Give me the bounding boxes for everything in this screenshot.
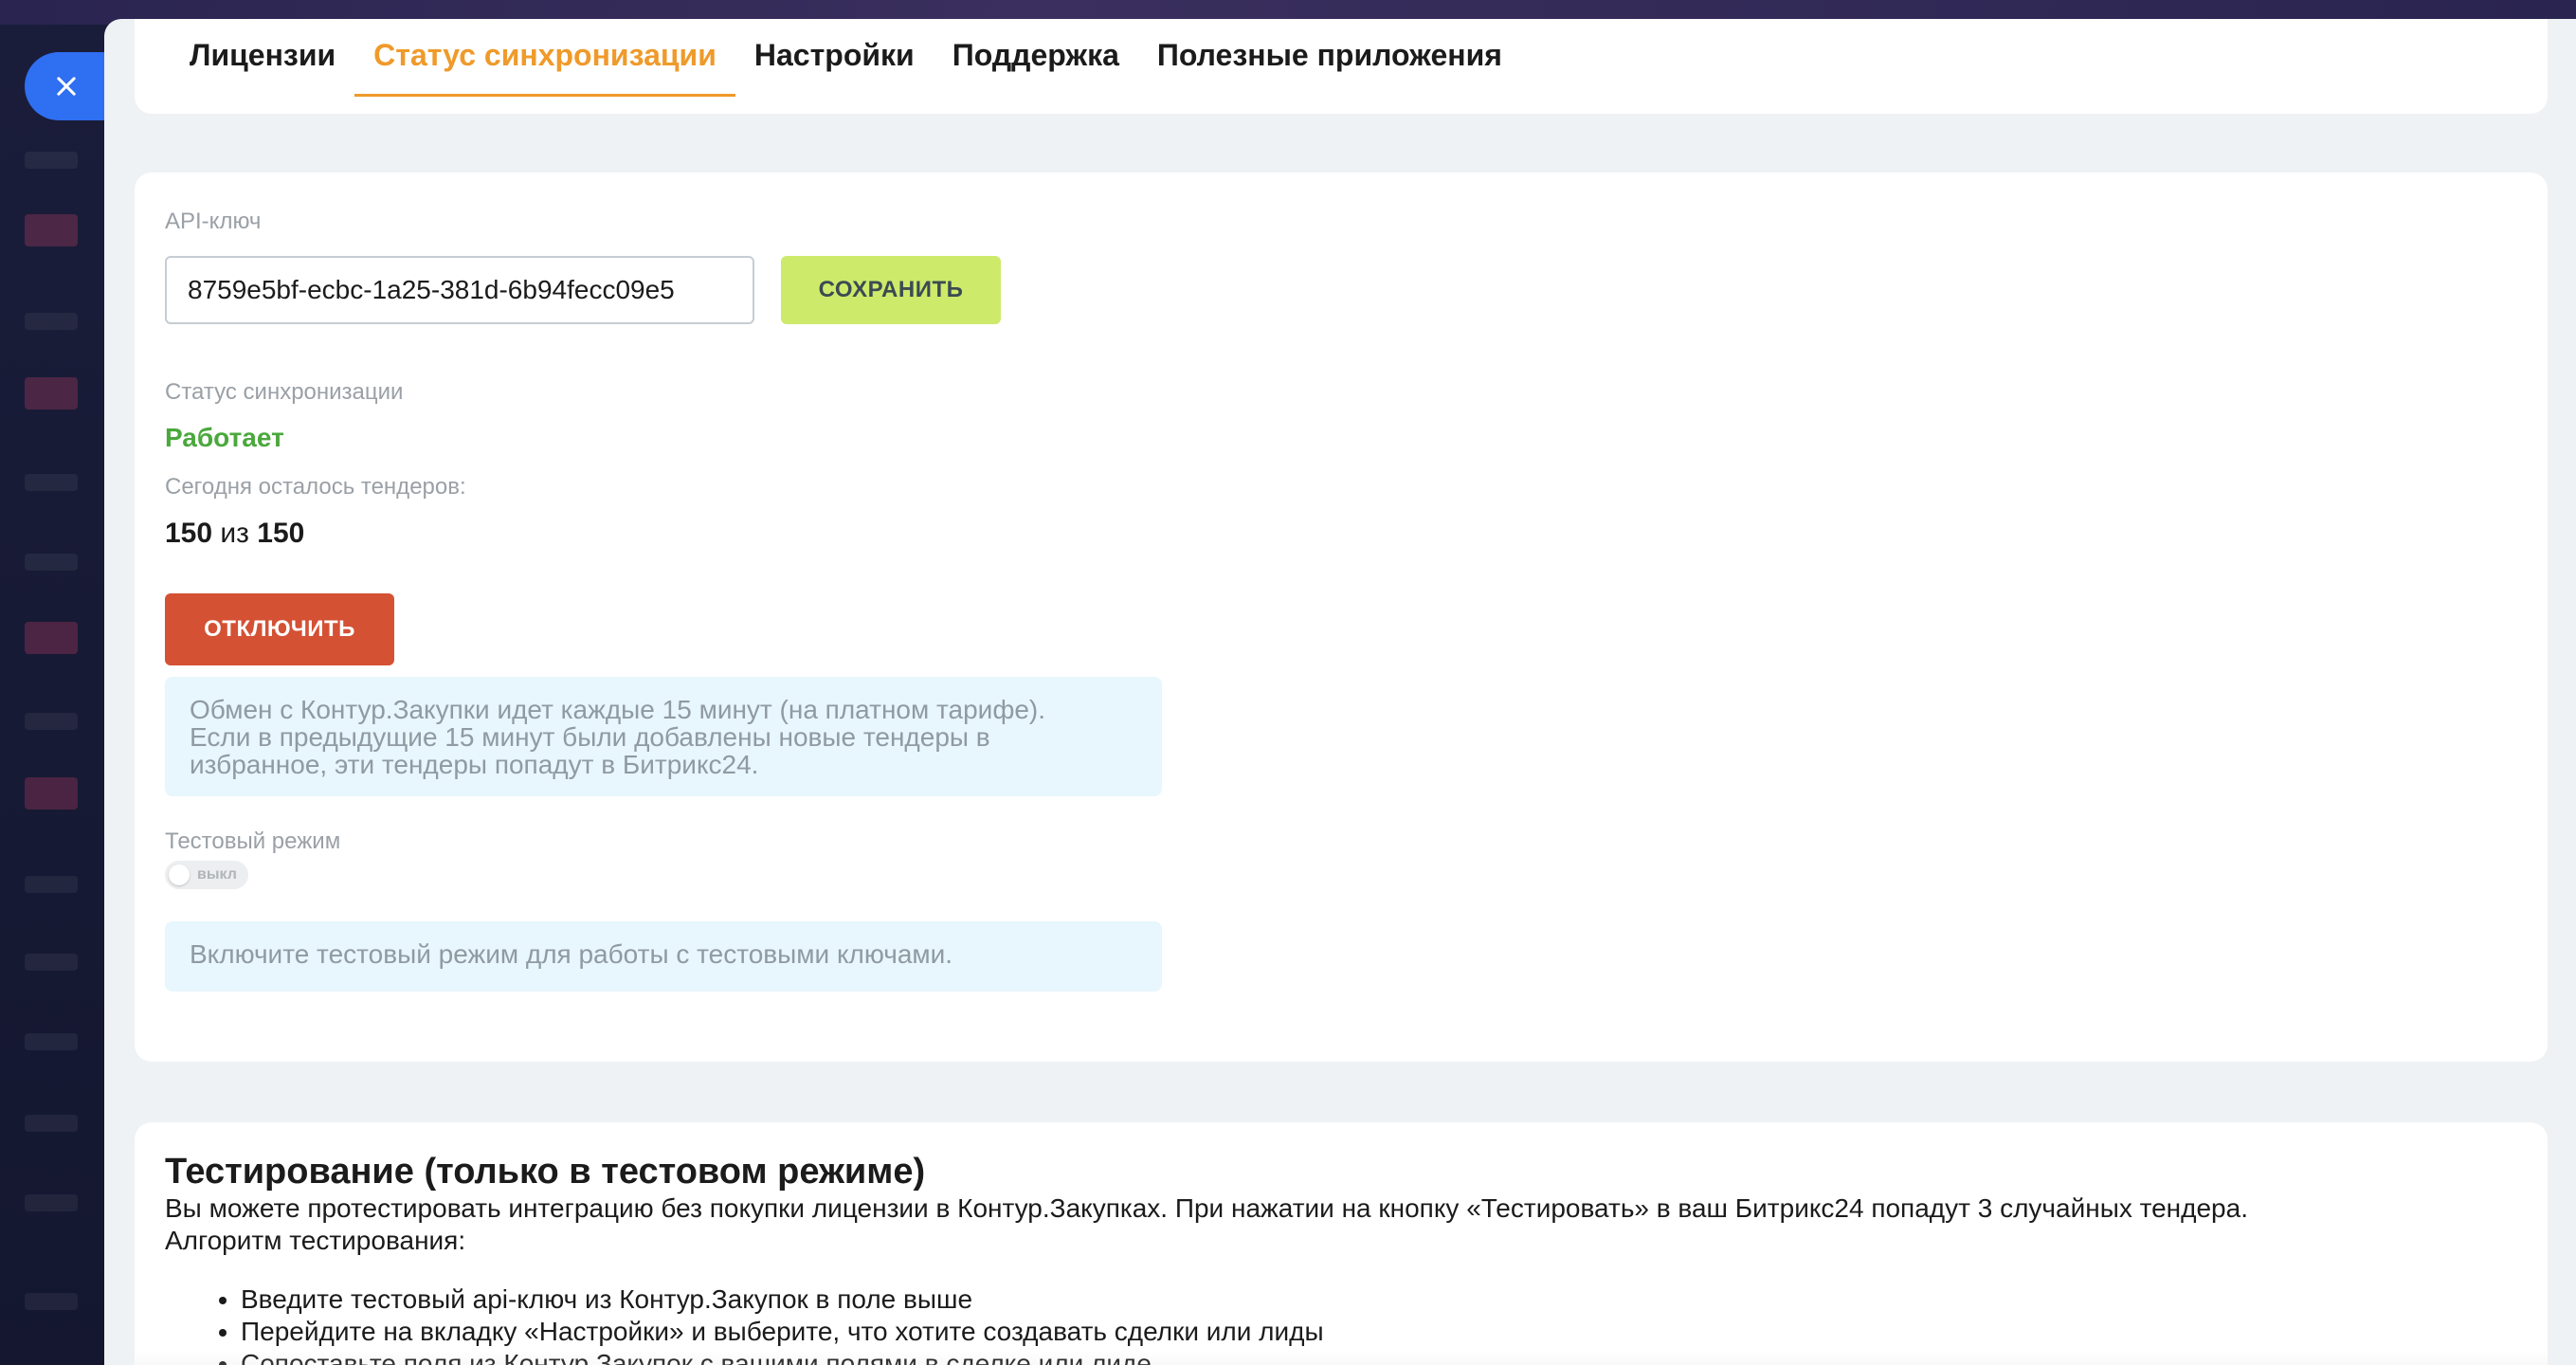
sync-status-value: Работает <box>165 423 284 452</box>
testing-title: Тестирование (только в тестовом режиме) <box>165 1152 926 1192</box>
background-sidebar-item <box>25 876 78 893</box>
background-sidebar-item <box>25 554 78 571</box>
api-key-label: API-ключ <box>165 209 262 234</box>
exchange-info-line: Обмен с Контур.Закупки идет каждые 15 ми… <box>190 695 1046 724</box>
background-sidebar-item <box>25 152 78 169</box>
background-sidebar-item <box>25 777 78 810</box>
list-item: Введите тестовый api-ключ из Контур.Заку… <box>241 1283 2517 1316</box>
api-key-input[interactable] <box>165 256 754 324</box>
tenders-remaining: 150 <box>165 518 213 549</box>
slider-panel: Лицензии Статус синхронизации Настройки … <box>104 19 2576 1365</box>
tab-useful-apps[interactable]: Полезные приложения <box>1138 19 1521 97</box>
tenders-count: 150 из 150 <box>165 518 304 550</box>
background-sidebar-item <box>25 713 78 730</box>
testing-algorithm-label: Алгоритм тестирования: <box>165 1226 466 1255</box>
tenders-total: 150 <box>257 518 305 549</box>
test-mode-info-box: Включите тестовый режим для работы с тес… <box>165 921 1162 992</box>
background-sidebar-item <box>25 313 78 330</box>
close-icon <box>57 77 76 96</box>
toggle-knob <box>169 864 190 885</box>
sync-status-card: API-ключ СОХРАНИТЬ Статус синхронизации … <box>135 173 2548 1062</box>
exchange-info-box: Обмен с Контур.Закупки идет каждые 15 ми… <box>165 677 1162 796</box>
tenders-left-label: Сегодня осталось тендеров: <box>165 474 466 500</box>
close-slider-button[interactable] <box>25 52 108 120</box>
tab-settings[interactable]: Настройки <box>735 19 934 97</box>
background-sidebar-item <box>25 1115 78 1132</box>
toggle-state-label: выкл <box>197 866 237 883</box>
disable-button[interactable]: ОТКЛЮЧИТЬ <box>165 593 394 665</box>
save-button[interactable]: СОХРАНИТЬ <box>781 256 1001 324</box>
tab-licenses[interactable]: Лицензии <box>171 19 354 97</box>
background-sidebar-item <box>25 622 78 654</box>
test-mode-toggle[interactable]: выкл <box>165 861 248 889</box>
tab-sync-status[interactable]: Статус синхронизации <box>354 19 735 97</box>
background-sidebar-item <box>25 1033 78 1050</box>
background-sidebar-item <box>25 474 78 491</box>
test-mode-label: Тестовый режим <box>165 828 341 854</box>
list-item: Сопоставьте поля из Контур.Закупок с ваш… <box>241 1348 2517 1365</box>
background-sidebar-item <box>25 214 78 246</box>
exchange-info-line: Если в предыдущие 15 минут были добавлен… <box>190 722 990 752</box>
tenders-separator: из <box>220 518 249 549</box>
tab-support[interactable]: Поддержка <box>934 19 1138 97</box>
testing-steps: Введите тестовый api-ключ из Контур.Заку… <box>165 1283 2517 1365</box>
list-item: Перейдите на вкладку «Настройки» и выбер… <box>241 1316 2517 1348</box>
tabs-bar: Лицензии Статус синхронизации Настройки … <box>135 19 2548 114</box>
background-sidebar-item <box>25 954 78 971</box>
testing-description: Вы можете протестировать интеграцию без … <box>165 1193 2248 1223</box>
test-mode-info-text: Включите тестовый режим для работы с тес… <box>190 939 953 969</box>
background-sidebar-item <box>25 377 78 410</box>
testing-card: Тестирование (только в тестовом режиме) … <box>135 1122 2548 1365</box>
exchange-info-line: избранное, эти тендеры попадут в Битрикс… <box>190 750 759 779</box>
background-sidebar-item <box>25 1194 78 1211</box>
background-sidebar-item <box>25 1293 78 1310</box>
sync-status-label: Статус синхронизации <box>165 379 404 405</box>
